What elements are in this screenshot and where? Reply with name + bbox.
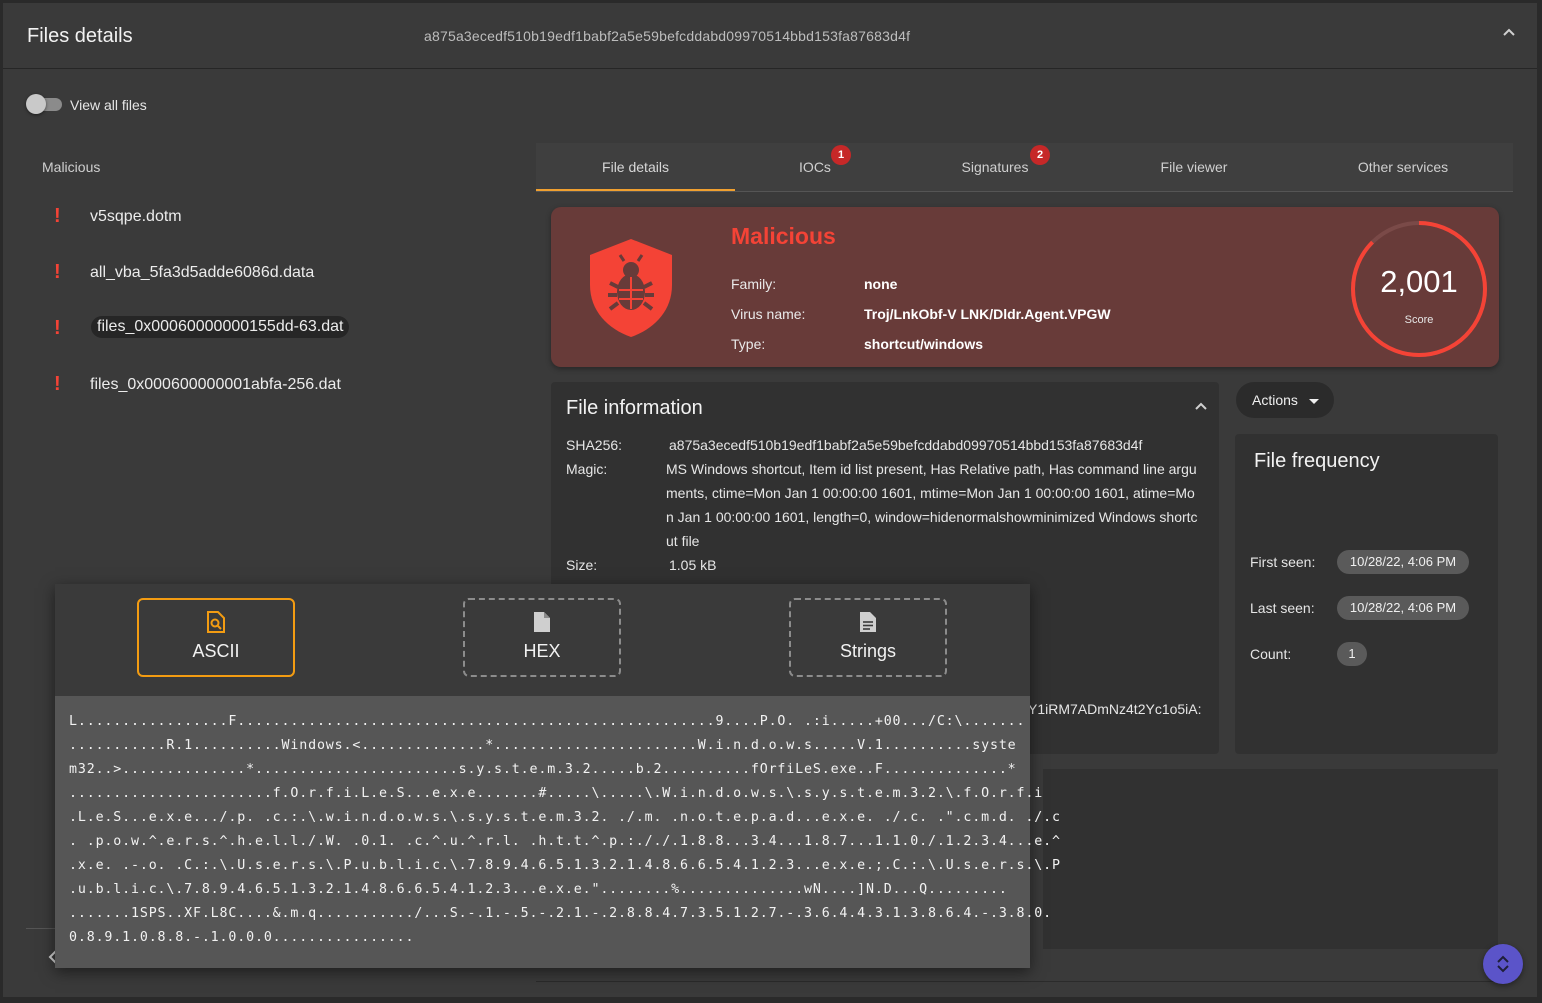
virus-name-value: Troj/LnkObf-V LNK/Dldr.Agent.VPGW xyxy=(864,306,1111,322)
scroll-toggle-button[interactable] xyxy=(1483,944,1523,984)
magic-line: ments, ctime=Mon Jan 1 00:00:00 1601, mt… xyxy=(666,485,1195,501)
tab-file-details[interactable]: File details xyxy=(536,143,735,191)
hex-mode-label: HEX xyxy=(523,641,561,661)
tab-signatures[interactable]: Signatures xyxy=(895,143,1095,191)
expand-collapse-icon xyxy=(1497,955,1509,973)
ascii-line: .u.b.l.i.c.\.7.8.9.4.6.5.1.3.2.1.4.8.6.6… xyxy=(69,882,1008,897)
ascii-line: . .p.o.w.^.e.r.s.^.h.e.l.l./.W. .0.1. .c… xyxy=(69,834,1061,849)
file-name: files_0x00060000000155dd-63.dat xyxy=(91,316,350,338)
strings-mode-button[interactable]: Strings xyxy=(789,598,947,677)
exclamation-icon: ! xyxy=(54,205,61,227)
ascii-line: .......1SPS..XF.L8C....&.m.q.........../… xyxy=(69,906,1052,921)
virus-name-label: Virus name: xyxy=(731,306,806,322)
ascii-mode-label: ASCII xyxy=(192,641,240,661)
ascii-line: .x.e. .-.o. .C.:.\.U.s.e.r.s.\.P.u.b.l.i… xyxy=(69,858,1061,873)
first-seen-value: 10/28/22, 4:06 PM xyxy=(1337,550,1469,574)
verdict-card: Malicious Family: none Virus name: Troj/… xyxy=(551,207,1499,367)
collapse-panel-button[interactable] xyxy=(1497,21,1521,45)
file-frequency-title: File frequency xyxy=(1254,450,1380,472)
ascii-line: m32..>..............*...................… xyxy=(69,762,1017,777)
file-name: v5sqpe.dotm xyxy=(90,208,182,225)
ascii-line: 0.8.9.1.0.8.8.-.1.0.0.0................ xyxy=(69,930,415,945)
tab-iocs[interactable]: IOCs xyxy=(735,143,895,191)
family-value: none xyxy=(864,276,898,292)
exclamation-icon: ! xyxy=(54,317,61,339)
caret-down-icon xyxy=(1309,399,1319,404)
file-search-icon xyxy=(207,611,225,633)
type-label: Type: xyxy=(731,336,766,352)
size-label: Size: xyxy=(566,557,598,573)
last-seen-label: Last seen: xyxy=(1250,600,1315,616)
file-information-title: File information xyxy=(566,397,703,419)
ssdeep-value-partial: Y1iRM7ADmNz4t2Yc1o5iA: xyxy=(1028,701,1202,717)
ascii-content[interactable]: L.................F.....................… xyxy=(55,696,1060,968)
magic-line: n Jan 1 00:00:00 1601, length=0, window=… xyxy=(666,509,1198,525)
signatures-count-badge: 2 xyxy=(1030,145,1050,165)
exclamation-icon: ! xyxy=(54,373,61,395)
strings-mode-label: Strings xyxy=(839,641,897,661)
family-label: Family: xyxy=(731,276,777,292)
type-value: shortcut/windows xyxy=(864,336,983,352)
chevron-up-icon[interactable] xyxy=(1191,397,1211,417)
file-list-item[interactable]: ! all_vba_5fa3d5adde6086d.data xyxy=(43,258,363,290)
ascii-line: ...........R.1..........Windows.<.......… xyxy=(69,738,1017,753)
header-sha256: a875a3ecedf510b19edf1babf2a5e59befcddabd… xyxy=(424,28,911,44)
chevron-up-icon xyxy=(1503,28,1515,36)
ascii-line: L.................F.....................… xyxy=(69,714,1026,729)
page-title: Files details xyxy=(27,25,133,47)
file-text-icon xyxy=(860,612,876,632)
score-label: Score xyxy=(1404,314,1434,326)
view-all-files-toggle[interactable] xyxy=(26,94,62,114)
verdict-title: Malicious xyxy=(731,223,836,249)
ascii-mode-button[interactable]: ASCII xyxy=(137,598,295,677)
file-group-label: Malicious xyxy=(42,159,101,175)
magic-line: ut file xyxy=(666,533,700,549)
last-seen-value: 10/28/22, 4:06 PM xyxy=(1337,596,1469,620)
hex-mode-button[interactable]: HEX xyxy=(463,598,621,677)
file-list-item[interactable]: ! files_0x000600000001abfa-256.dat xyxy=(43,370,363,402)
first-seen-label: First seen: xyxy=(1250,554,1316,570)
files-details-panel: Files details a875a3ecedf510b19edf1babf2… xyxy=(3,3,1537,997)
count-value: 1 xyxy=(1337,642,1367,666)
file-name: files_0x000600000001abfa-256.dat xyxy=(90,376,341,393)
magic-line: MS Windows shortcut, Item id list presen… xyxy=(666,461,1197,477)
count-label: Count: xyxy=(1250,646,1292,662)
ascii-line: .......................f.O.r.f.i.L.e.S..… xyxy=(69,786,1044,801)
detail-tabs: File details IOCs 1 Signatures 2 File vi… xyxy=(536,143,1513,192)
panel-header: Files details a875a3ecedf510b19edf1babf2… xyxy=(3,3,1537,69)
size-value: 1.05 kB xyxy=(669,557,717,573)
actions-button[interactable]: Actions xyxy=(1236,382,1334,418)
bug-shield-icon xyxy=(590,239,672,337)
file-list-item-selected[interactable]: ! files_0x00060000000155dd-63.dat xyxy=(43,314,363,346)
sha256-label: SHA256: xyxy=(566,437,623,453)
exclamation-icon: ! xyxy=(54,261,61,283)
file-icon xyxy=(534,612,550,632)
view-all-files-label: View all files xyxy=(70,97,147,113)
sha256-value: a875a3ecedf510b19edf1babf2a5e59befcddabd… xyxy=(669,437,1143,453)
file-viewer-popup: ASCII HEX Strings L.................F...… xyxy=(55,584,1060,968)
score-gauge: 2,001 Score xyxy=(1349,219,1489,359)
iocs-count-badge: 1 xyxy=(831,145,851,165)
file-frequency-card: File frequency First seen: 10/28/22, 4:0… xyxy=(1235,434,1498,754)
tab-file-viewer[interactable]: File viewer xyxy=(1095,143,1293,191)
tab-other-services[interactable]: Other services xyxy=(1293,143,1513,191)
score-value: 2,001 xyxy=(1380,264,1458,299)
file-list-item[interactable]: ! v5sqpe.dotm xyxy=(43,202,363,234)
magic-label: Magic: xyxy=(566,461,608,477)
ascii-line: .L.e.S...e.x.e.../.p. .c.:.\.w.i.n.d.o.w… xyxy=(69,810,1061,825)
file-name: all_vba_5fa3d5adde6086d.data xyxy=(90,264,315,281)
secondary-card xyxy=(1043,769,1498,949)
